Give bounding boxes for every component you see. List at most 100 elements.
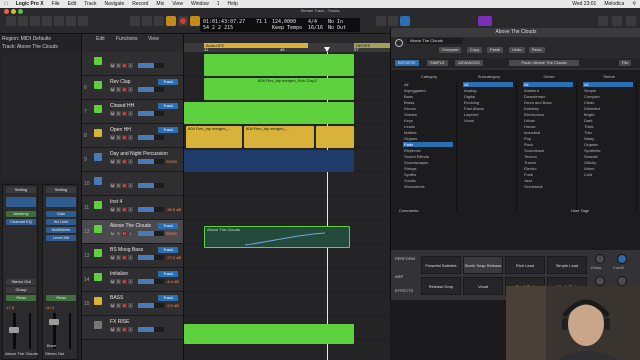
plugin-slot-1[interactable]: Channel EQ <box>6 219 36 225</box>
browser-item[interactable]: Soundtrack <box>524 148 544 153</box>
smart-knob[interactable] <box>617 276 627 286</box>
browser-item[interactable]: Cold <box>584 172 592 177</box>
solo-button[interactable]: S <box>116 63 121 68</box>
track-volume-slider[interactable] <box>138 183 164 188</box>
plugin-slot-adlimit[interactable]: Ad Limit <box>46 219 76 225</box>
arp-tab[interactable]: ARP <box>395 274 403 279</box>
power-icon[interactable] <box>395 39 403 47</box>
smart-knob[interactable] <box>617 254 627 264</box>
region-open-hh-1[interactable]: 808 Flex_bip merged_... <box>186 126 242 148</box>
track-mode-button[interactable]: Track <box>158 247 178 253</box>
browser-item[interactable]: Keys <box>404 118 413 123</box>
track-mode-button[interactable]: Track <box>158 127 178 133</box>
track-instrument-icon[interactable] <box>94 105 102 113</box>
zoom-window-icon[interactable] <box>18 9 23 14</box>
track-name[interactable]: Open HH <box>110 127 131 133</box>
browser-item[interactable]: All <box>583 82 633 87</box>
view-menu[interactable]: View <box>148 36 159 42</box>
track-name[interactable]: Rev Clap <box>110 79 131 85</box>
plugin-slot-levelmeter[interactable]: Level Mtr <box>46 235 76 241</box>
track-name[interactable]: BS Moog Bass <box>110 247 143 253</box>
compare-button[interactable]: Compare <box>439 47 462 53</box>
track-header-row0[interactable]: MSRI <box>82 52 183 76</box>
browser-item[interactable]: Leads <box>404 124 415 129</box>
mute-button[interactable]: M <box>110 255 115 260</box>
browser-item[interactable]: Drums <box>404 106 416 111</box>
browser-item[interactable]: Synthetic <box>584 148 600 153</box>
tab-advanced[interactable]: ADVANCED <box>455 60 483 66</box>
browser-item[interactable]: Electro <box>524 166 536 171</box>
transform-pad[interactable]: Sizzle Snap Release <box>463 256 503 274</box>
input-monitor-button[interactable]: I <box>128 63 133 68</box>
mute-button[interactable]: M <box>110 111 115 116</box>
apple-icon[interactable]:  <box>0 1 12 7</box>
undo-button[interactable]: Undo <box>509 47 525 53</box>
track-instrument-icon[interactable] <box>94 177 102 185</box>
track-lane[interactable] <box>184 196 390 220</box>
mute-button[interactable]: M <box>110 63 115 68</box>
perform-tab[interactable]: PERFORM <box>395 256 415 261</box>
solo-button[interactable]: S <box>116 159 121 164</box>
track-mode-button[interactable]: Track <box>158 223 178 229</box>
input-monitor-button[interactable]: I <box>128 255 133 260</box>
quick-help-button[interactable] <box>30 16 40 26</box>
browser-item[interactable]: House <box>524 124 536 129</box>
browser-item[interactable]: Sound Effects <box>404 154 429 159</box>
track-instrument-icon[interactable] <box>94 57 102 65</box>
track-instrument-icon[interactable] <box>94 297 102 305</box>
mute-button[interactable]: M <box>110 327 115 332</box>
track-header-13[interactable]: 13 BS Moog Bass M S R I -27,0 dB Track <box>82 244 183 268</box>
browser-item[interactable]: Orchestral <box>524 184 542 189</box>
notepad-button[interactable] <box>598 16 608 26</box>
track-header-11[interactable]: 11 Inst 4 M S R I -38,5 dB <box>82 196 183 220</box>
cycle-button[interactable] <box>190 16 200 26</box>
browser-item[interactable]: Trance <box>524 160 536 165</box>
functions-menu[interactable]: Functions <box>116 36 138 42</box>
transform-pad[interactable]: Simple Lead <box>547 256 587 274</box>
browser-item[interactable]: Techno <box>524 154 537 159</box>
track-volume-slider[interactable] <box>138 207 164 212</box>
menubar-user[interactable]: Melodica <box>600 1 628 7</box>
mute-button[interactable]: M <box>110 279 115 284</box>
automation-read-right[interactable]: Read <box>46 295 76 301</box>
track-instrument-icon[interactable] <box>94 273 102 281</box>
browser-item[interactable]: Pads <box>403 142 453 147</box>
close-window-icon[interactable] <box>4 9 9 14</box>
browser-item[interactable]: Distorted <box>584 106 600 111</box>
record-enable-button[interactable]: R <box>122 231 127 236</box>
browser-item[interactable]: All <box>463 82 513 87</box>
editors-button[interactable] <box>78 16 88 26</box>
input-monitor-button[interactable]: I <box>128 159 133 164</box>
browser-item[interactable]: Dark <box>584 118 592 123</box>
browser-item[interactable]: Woodwinds <box>404 184 425 189</box>
browser-item[interactable]: Glitchy <box>584 160 596 165</box>
track-volume-slider[interactable] <box>138 231 164 236</box>
track-header-10[interactable]: 10 M S R I <box>82 172 183 196</box>
region-rev-clap[interactable]: 808 Flex_bip merged_Kick Clap2 <box>204 78 354 100</box>
bar-ruler[interactable]: Build-UP2 DROPS 41 49 57 <box>184 43 390 52</box>
input-monitor-button[interactable]: I <box>128 279 133 284</box>
paste-button[interactable]: Paste <box>487 47 504 53</box>
tab-browse[interactable]: BROWSE <box>395 60 419 66</box>
solo-button[interactable]: S <box>116 255 121 260</box>
mute-button[interactable]: M <box>110 231 115 236</box>
region-top-green[interactable] <box>204 54 354 76</box>
browser-item[interactable]: Rock <box>524 142 533 147</box>
record-enable-button[interactable]: R <box>122 255 127 260</box>
track-mode-button[interactable]: Track <box>158 79 178 85</box>
menu-1[interactable]: 1 <box>213 1 224 7</box>
track-mode-button[interactable]: Track <box>158 271 178 277</box>
browser-item[interactable]: Funk <box>524 172 533 177</box>
track-header-9[interactable]: 9 Day and Night Percussion M S R I 20000 <box>82 148 183 172</box>
browser-item[interactable]: Bass <box>404 94 413 99</box>
track-volume-slider[interactable] <box>138 279 164 284</box>
browser-item[interactable]: Fast Attack <box>464 106 484 111</box>
track-lane[interactable] <box>184 172 390 196</box>
forward-button[interactable] <box>142 16 152 26</box>
browser-item[interactable]: Strings <box>404 166 416 171</box>
redo-button[interactable]: Redo <box>529 47 545 53</box>
transform-pad[interactable]: Vocal <box>463 277 503 295</box>
browser-item[interactable]: Vocals <box>404 178 416 183</box>
input-monitor-button[interactable]: I <box>128 87 133 92</box>
track-header-8[interactable]: 8 Open HH M S R I Track <box>82 124 183 148</box>
